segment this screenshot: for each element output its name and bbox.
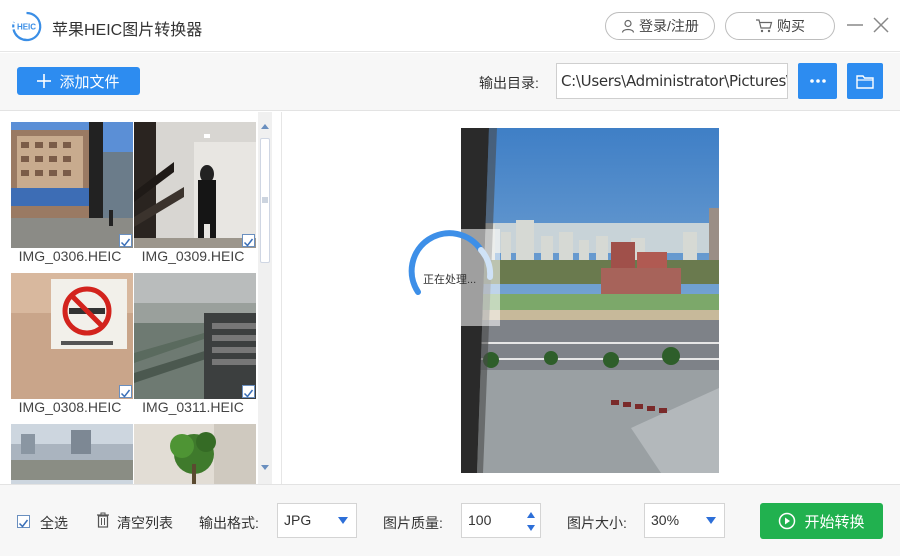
thumbnail-image [11,273,133,399]
open-folder-button[interactable] [847,63,883,99]
thumbnail-image [11,122,133,248]
image-size-label: 图片大小: [567,515,627,531]
dropdown-arrow-icon [338,517,348,524]
logo-text: HEIC [17,23,36,32]
output-dir-field[interactable]: C:\Users\Administrator\Pictures\ [556,63,788,99]
quality-label: 图片质量: [383,515,443,531]
add-file-button[interactable]: 添加文件 [17,67,140,95]
scroll-thumb[interactable] [260,138,270,263]
app-title: 苹果HEIC图片转换器 [52,22,203,39]
thumbnail-image [134,122,256,248]
file-thumbnail[interactable] [134,424,256,484]
checkmark-icon [243,238,254,247]
checkbox[interactable] [119,234,132,247]
minimize-icon[interactable] [845,15,865,35]
scroll-up-arrow-icon[interactable] [258,120,272,134]
add-file-label: 添加文件 [59,73,120,91]
thumbnail-image [134,273,256,399]
select-all-label[interactable]: 全选 [40,513,68,533]
cart-icon [756,19,773,33]
dropdown-arrow-icon [706,517,716,524]
folder-icon [856,74,874,89]
image-size-select[interactable]: 30% [644,503,725,538]
checkbox[interactable] [242,234,255,247]
login-label: 登录/注册 [639,18,699,34]
file-name: IMG_0309.HEIC [141,248,245,264]
bottom-bar: 全选 清空列表 输出格式: JPG 图片质量: 100 图片大小: 30% 开始… [0,484,900,556]
checkmark-icon [243,389,254,398]
file-thumbnail[interactable] [11,122,133,248]
scroll-down-arrow-icon[interactable] [258,460,272,474]
start-convert-label: 开始转换 [804,513,865,531]
trash-icon[interactable] [96,512,110,528]
ellipsis-icon [809,79,826,83]
checkmark-icon [18,519,29,528]
output-format-value: JPG [284,512,312,528]
file-thumbnail[interactable] [11,273,133,399]
quality-stepper[interactable]: 100 [461,503,541,538]
stepper-up-icon[interactable] [527,512,535,518]
thumbnail-image [134,424,256,484]
output-format-select[interactable]: JPG [277,503,357,538]
grip-icon [262,197,268,203]
file-name: IMG_0306.HEIC [18,248,122,264]
output-dir-label: 输出目录: [479,75,539,91]
checkbox[interactable] [242,385,255,398]
checkmark-icon [120,389,131,398]
select-all-checkbox[interactable] [17,515,30,528]
file-thumbnail[interactable] [11,424,133,484]
file-thumbnail[interactable] [134,273,256,399]
thumbnail-image [11,424,133,484]
file-name: IMG_0308.HEIC [18,399,122,415]
plus-icon [37,74,52,88]
login-button[interactable]: 登录/注册 [605,12,715,40]
user-icon [621,19,635,33]
stepper-down-icon[interactable] [527,525,535,531]
buy-button[interactable]: 购买 [725,12,835,40]
start-convert-button[interactable]: 开始转换 [760,503,883,539]
output-format-label: 输出格式: [199,515,259,531]
image-size-value: 30% [651,512,680,528]
preview-area: 正在处理... [283,112,900,484]
close-icon[interactable] [871,15,891,35]
file-thumbnail[interactable] [134,122,256,248]
file-list-panel: IMG_0306.HEIC IMG_0309.HEIC IMG_0308.HEI… [0,112,282,484]
file-name: IMG_0311.HEIC [142,399,244,415]
processing-status: 正在处理... [423,274,477,286]
toolbar: 添加文件 输出目录: C:\Users\Administrator\Pictur… [0,53,900,111]
quality-value: 100 [468,512,492,528]
checkmark-icon [120,238,131,247]
title-bar: HEIC 苹果HEIC图片转换器 登录/注册 购买 [0,0,900,52]
heic-logo-icon: HEIC [12,11,42,42]
buy-label: 购买 [777,18,805,34]
clear-list-button[interactable]: 清空列表 [117,513,173,533]
more-button[interactable] [798,63,837,99]
file-list-scrollbar[interactable] [258,112,272,484]
play-circle-icon [779,512,796,530]
checkbox[interactable] [119,385,132,398]
